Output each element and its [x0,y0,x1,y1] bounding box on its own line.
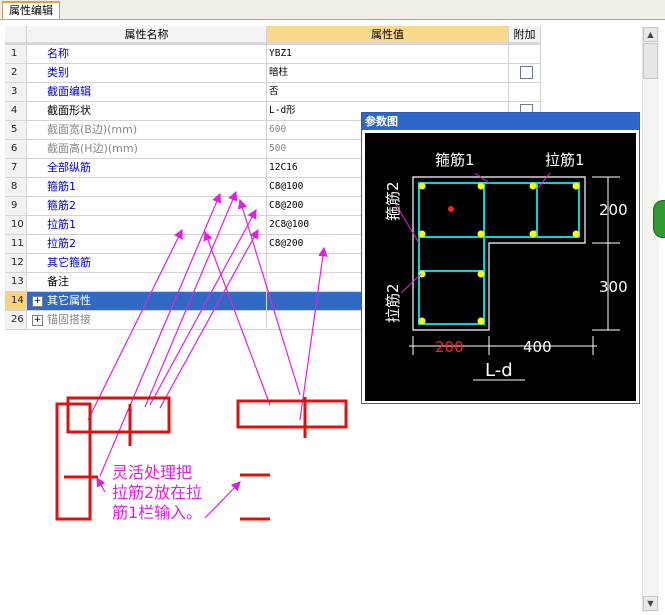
annotation-line-1: 灵活处理把 [112,463,192,482]
label-gujin1: 箍筋1 [435,151,475,169]
dim-400-horizontal: 400 [523,338,552,356]
param-figure-panel: 参数图 箍筋1 拉筋1 箍筋2 拉筋2 200 300 200 400 L-d [361,112,640,404]
label-lajin1: 拉筋1 [545,151,585,169]
dim-200-vertical: 200 [599,201,628,219]
label-gujin2: 箍筋2 [384,181,402,221]
section-diagram: 箍筋1 拉筋1 箍筋2 拉筋2 200 300 200 400 L-d [365,133,636,401]
dim-300-vertical: 300 [599,278,628,296]
annotation-line-3: 筋1栏输入。 [112,503,202,522]
label-lajin2: 拉筋2 [384,283,402,323]
shape-label: L-d [485,360,513,381]
annotation-line-2: 拉筋2放在拉 [112,483,202,502]
dim-200-horizontal: 200 [435,338,464,356]
panel-title: 参数图 [362,113,639,130]
